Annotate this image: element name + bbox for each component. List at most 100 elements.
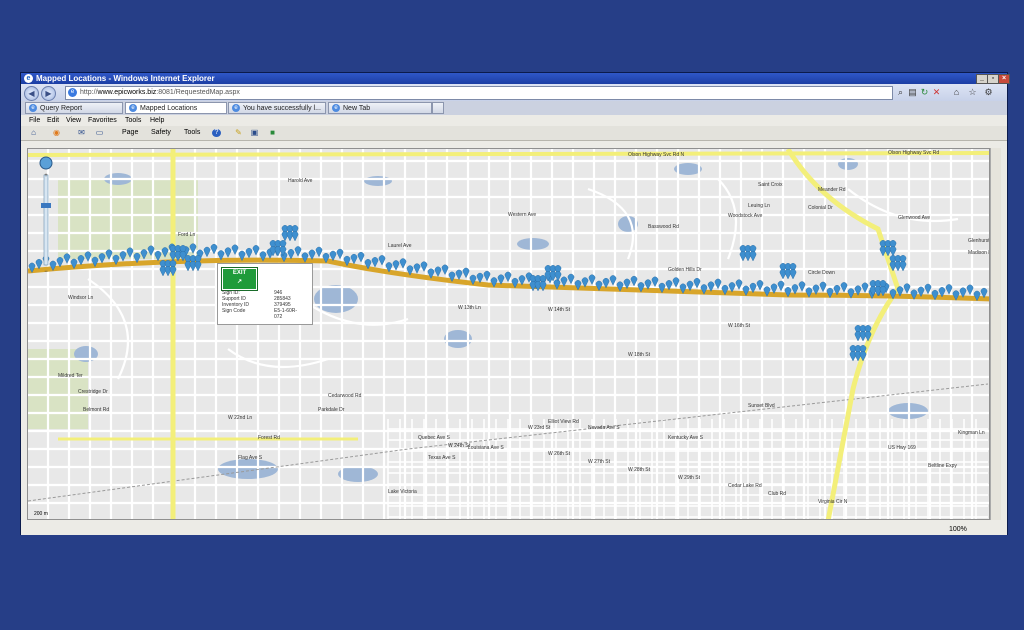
sign-marker — [779, 269, 787, 280]
close-button[interactable]: × — [998, 74, 1010, 84]
sign-marker — [854, 331, 862, 342]
help-icon[interactable]: ? — [212, 129, 221, 137]
road-label: Mildred Ter — [58, 373, 83, 379]
sign-marker — [371, 257, 379, 268]
sign-marker — [539, 281, 547, 292]
tools-menu[interactable]: Tools — [184, 126, 200, 140]
road-label: Flag Ave S — [238, 455, 263, 461]
sign-marker — [455, 269, 463, 281]
title-bar: e Mapped Locations - Windows Internet Ex… — [21, 73, 1010, 84]
road-label: Elliot View Rd — [548, 419, 579, 425]
home-icon[interactable]: ⌂ — [29, 129, 38, 137]
map-canvas[interactable]: Olson Highway Svc Rd Olson Highway Svc Rd… — [28, 149, 990, 520]
tab-query-report[interactable]: e Query Report — [25, 102, 123, 114]
menu-file[interactable]: File — [29, 115, 40, 126]
sign-info-popup: EXIT ↗ Sign ID: 946 Support ID 285843 Inven… — [217, 263, 313, 325]
sign-marker — [98, 253, 106, 264]
sign-marker — [119, 251, 127, 262]
sign-marker — [164, 266, 172, 277]
road-label: Basswood Rd — [648, 224, 679, 230]
tab-page-icon: e — [332, 104, 340, 112]
road-label: Crestridge Dr — [78, 389, 108, 395]
mail-icon[interactable]: ✉ — [77, 129, 86, 137]
stop-icon[interactable]: ✕ — [931, 87, 942, 98]
road-label: W 23rd St — [528, 425, 551, 431]
tab-page-icon: e — [129, 104, 137, 112]
road-label: Kingman Ln — [958, 430, 985, 436]
road-label: Glenhurst Ave — [968, 238, 990, 244]
road-label: Kentucky Ave S — [668, 435, 704, 441]
menu-bar: File Edit View Favorites Tools Help — [21, 115, 1007, 126]
sign-marker — [413, 263, 421, 274]
favorites-star-icon[interactable]: ☆ — [967, 87, 978, 98]
road-label: W 22nd Ln — [228, 415, 252, 421]
road-label: Saint Croix — [758, 182, 783, 188]
road-label: Olson Highway Svc Rd N — [628, 152, 685, 158]
rss-feed-icon[interactable]: ◉ — [52, 129, 61, 137]
sign-marker — [889, 246, 897, 257]
road-label: Meander Rd — [818, 187, 846, 193]
sign-marker — [274, 246, 282, 257]
compat-view-icon[interactable]: ▤ — [907, 87, 918, 98]
zoom-control[interactable]: + − — [38, 155, 54, 275]
blog-icon[interactable]: ▣ — [250, 129, 259, 137]
lake — [838, 158, 858, 170]
tab-mapped-locations[interactable]: e Mapped Locations — [125, 102, 227, 114]
research-icon[interactable]: ✎ — [234, 129, 243, 137]
gear-icon[interactable]: ⚙ — [983, 87, 994, 98]
zoom-slider[interactable]: + − — [38, 155, 54, 275]
new-tab-button[interactable] — [432, 102, 444, 114]
forward-button[interactable]: ▶ — [41, 86, 56, 101]
road-label: W 28th St — [628, 467, 651, 473]
ie-logo-icon: e — [24, 74, 33, 83]
sign-marker — [554, 271, 562, 282]
road-label: Glenwood Ave — [898, 215, 930, 221]
sign-marker — [224, 247, 232, 258]
tab-bar: e Query Report e Mapped Locations e You hav… — [21, 101, 1007, 116]
road-label: Western Ave — [508, 212, 536, 218]
safety-menu[interactable]: Safety — [151, 126, 171, 140]
print-icon[interactable]: ▭ — [95, 129, 104, 137]
tab-label: You have successfully l... — [243, 105, 321, 112]
sign-marker — [434, 266, 442, 277]
road-label: Virginia Cir N — [818, 499, 848, 505]
scale-label: 200 m — [34, 511, 48, 517]
search-icon[interactable]: ⌕ — [895, 87, 906, 98]
zoom-level[interactable]: 100% — [949, 525, 967, 535]
tab-new-tab[interactable]: e New Tab — [328, 102, 432, 114]
sign-marker — [476, 273, 484, 284]
road-label: Texas Ave S — [428, 455, 456, 461]
road-label: Circle Down — [808, 270, 835, 276]
road-label: Madison Rd — [968, 250, 990, 256]
map-view[interactable]: Olson Highway Svc Rd Olson Highway Svc Rd… — [27, 148, 990, 520]
refresh-icon[interactable]: ↻ — [919, 87, 930, 98]
url-path: :8081/RequestedMap.aspx — [156, 89, 240, 96]
onenote-icon[interactable]: ■ — [268, 129, 277, 137]
tab-label: Query Report — [40, 105, 83, 112]
vertical-scrollbar[interactable] — [990, 148, 1001, 520]
home-icon[interactable]: ⌂ — [951, 87, 962, 98]
sign-marker — [859, 331, 867, 342]
tab-successfully[interactable]: e You have successfully l... — [228, 102, 326, 114]
address-bar: ◀ ▶ e http://www.epicworks.biz:8081/Requ… — [21, 84, 1007, 102]
menu-favorites[interactable]: Favorites — [88, 115, 117, 126]
status-bar: 100% — [21, 525, 1007, 535]
sign-marker — [789, 269, 797, 280]
menu-edit[interactable]: Edit — [47, 115, 59, 126]
sign-marker — [784, 269, 792, 280]
curved-street — [87, 278, 130, 380]
sign-marker — [154, 251, 162, 262]
road-label: Ford Ln — [178, 232, 195, 238]
menu-view[interactable]: View — [66, 115, 81, 126]
road-label: Laurel Ave — [388, 243, 412, 249]
page-menu[interactable]: Page — [122, 126, 138, 140]
menu-help[interactable]: Help — [150, 115, 164, 126]
back-button[interactable]: ◀ — [24, 86, 39, 101]
url-field[interactable]: e http://www.epicworks.biz:8081/Requeste… — [65, 86, 893, 100]
road-label: Olson Highway Svc Rd — [888, 150, 939, 156]
sign-marker — [534, 281, 542, 292]
road-label: Club Rd — [768, 491, 786, 497]
menu-tools[interactable]: Tools — [125, 115, 141, 126]
road-label: Forest Rd — [258, 435, 280, 441]
road-label: Colonial Dr — [808, 205, 833, 211]
